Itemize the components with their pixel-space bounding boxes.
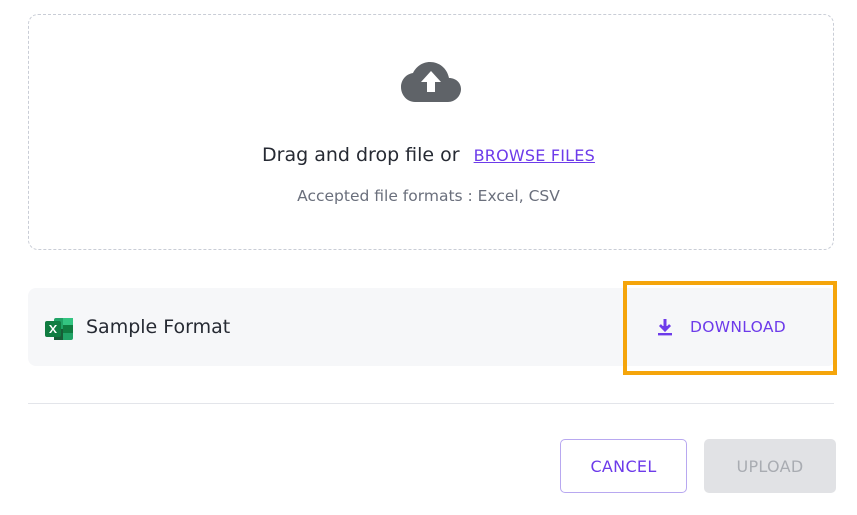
browse-files-link[interactable]: BROWSE FILES [474,146,595,165]
cloud-upload-icon [401,62,461,102]
drop-instructions: Drag and drop file or BROWSE FILES [0,140,857,170]
download-label: DOWNLOAD [690,318,787,336]
download-button[interactable]: DOWNLOAD [656,310,786,344]
download-icon [658,319,672,336]
excel-icon [45,318,73,340]
upload-button[interactable]: UPLOAD [704,439,836,493]
drag-drop-text: Drag and drop file or [262,144,460,166]
cancel-button[interactable]: CANCEL [560,439,687,493]
sample-format-label: Sample Format [86,316,231,338]
file-dropzone[interactable] [28,14,834,250]
divider [28,403,834,404]
accepted-formats-text: Accepted file formats : Excel, CSV [297,187,560,205]
